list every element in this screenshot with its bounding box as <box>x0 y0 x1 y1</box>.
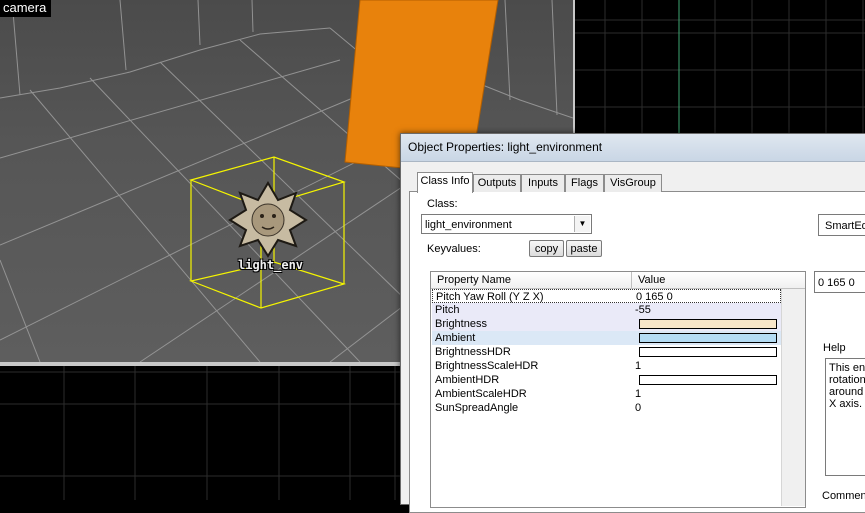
tab-visgroup[interactable]: VisGroup <box>604 174 662 192</box>
keyvalues-table: Property Name Value Pitch Yaw Roll (Y Z … <box>430 271 806 508</box>
camera-label: camera <box>0 0 52 17</box>
property-value: 1 <box>635 360 642 372</box>
color-swatch[interactable] <box>639 333 777 343</box>
table-row[interactable]: Ambient <box>432 331 781 345</box>
light-entity-sprite <box>228 181 308 258</box>
table-row[interactable]: AmbientScaleHDR 1 <box>432 387 781 401</box>
property-value: 0 <box>635 402 642 414</box>
class-label: Class: <box>427 198 458 210</box>
table-row[interactable]: AmbientHDR <box>432 373 781 387</box>
table-row[interactable]: SunSpreadAngle 0 <box>432 401 781 415</box>
color-swatch[interactable] <box>639 347 777 357</box>
color-swatch[interactable] <box>639 375 777 385</box>
table-row[interactable]: Brightness <box>432 317 781 331</box>
property-name: Ambient <box>435 332 476 344</box>
table-row[interactable]: BrightnessScaleHDR 1 <box>432 359 781 373</box>
property-name: Pitch Yaw Roll (Y Z X) <box>436 291 544 303</box>
table-row[interactable]: Pitch -55 <box>432 303 781 317</box>
table-header: Property Name Value <box>431 272 805 289</box>
property-name: Brightness <box>435 318 487 330</box>
keyvalues-label: Keyvalues: <box>427 243 481 255</box>
column-header-value[interactable]: Value <box>632 272 798 288</box>
property-name: SunSpreadAngle <box>435 402 519 414</box>
tab-outputs[interactable]: Outputs <box>473 174 521 192</box>
property-value: -55 <box>635 304 651 316</box>
smartedit-button[interactable]: SmartEd <box>818 214 865 236</box>
property-name: BrightnessScaleHDR <box>435 360 539 372</box>
column-header-property-name[interactable]: Property Name <box>431 272 632 288</box>
property-name: AmbientHDR <box>435 374 500 386</box>
object-properties-dialog: Object Properties: light_environment Cla… <box>400 133 865 513</box>
property-name: Pitch <box>435 304 460 316</box>
tab-class-info[interactable]: Class Info <box>417 172 473 193</box>
tab-inputs[interactable]: Inputs <box>521 174 565 192</box>
table-row[interactable]: Pitch Yaw Roll (Y Z X) 0 165 0 <box>432 289 781 303</box>
class-dropdown[interactable]: light_environment ▼ <box>421 214 592 234</box>
comments-label: Comment <box>822 490 865 502</box>
chevron-down-icon[interactable]: ▼ <box>574 216 590 232</box>
property-name: BrightnessHDR <box>435 346 511 358</box>
dialog-title[interactable]: Object Properties: light_environment <box>401 134 865 162</box>
help-text-box: This ent rotation around t X axis. <box>825 358 865 476</box>
copy-button[interactable]: copy <box>529 240 564 257</box>
color-swatch[interactable] <box>639 319 777 329</box>
property-value: 0 165 0 <box>636 291 673 303</box>
property-name: AmbientScaleHDR <box>435 388 527 400</box>
paste-button[interactable]: paste <box>566 240 602 257</box>
help-label: Help <box>823 342 846 354</box>
table-scrollbar[interactable] <box>781 289 805 506</box>
property-value: 1 <box>635 388 642 400</box>
entity-label: light_env <box>238 258 304 272</box>
table-row[interactable]: BrightnessHDR <box>432 345 781 359</box>
class-dropdown-value: light_environment <box>425 219 512 231</box>
tab-flags[interactable]: Flags <box>565 174 604 192</box>
value-input[interactable]: 0 165 0 <box>814 271 865 293</box>
